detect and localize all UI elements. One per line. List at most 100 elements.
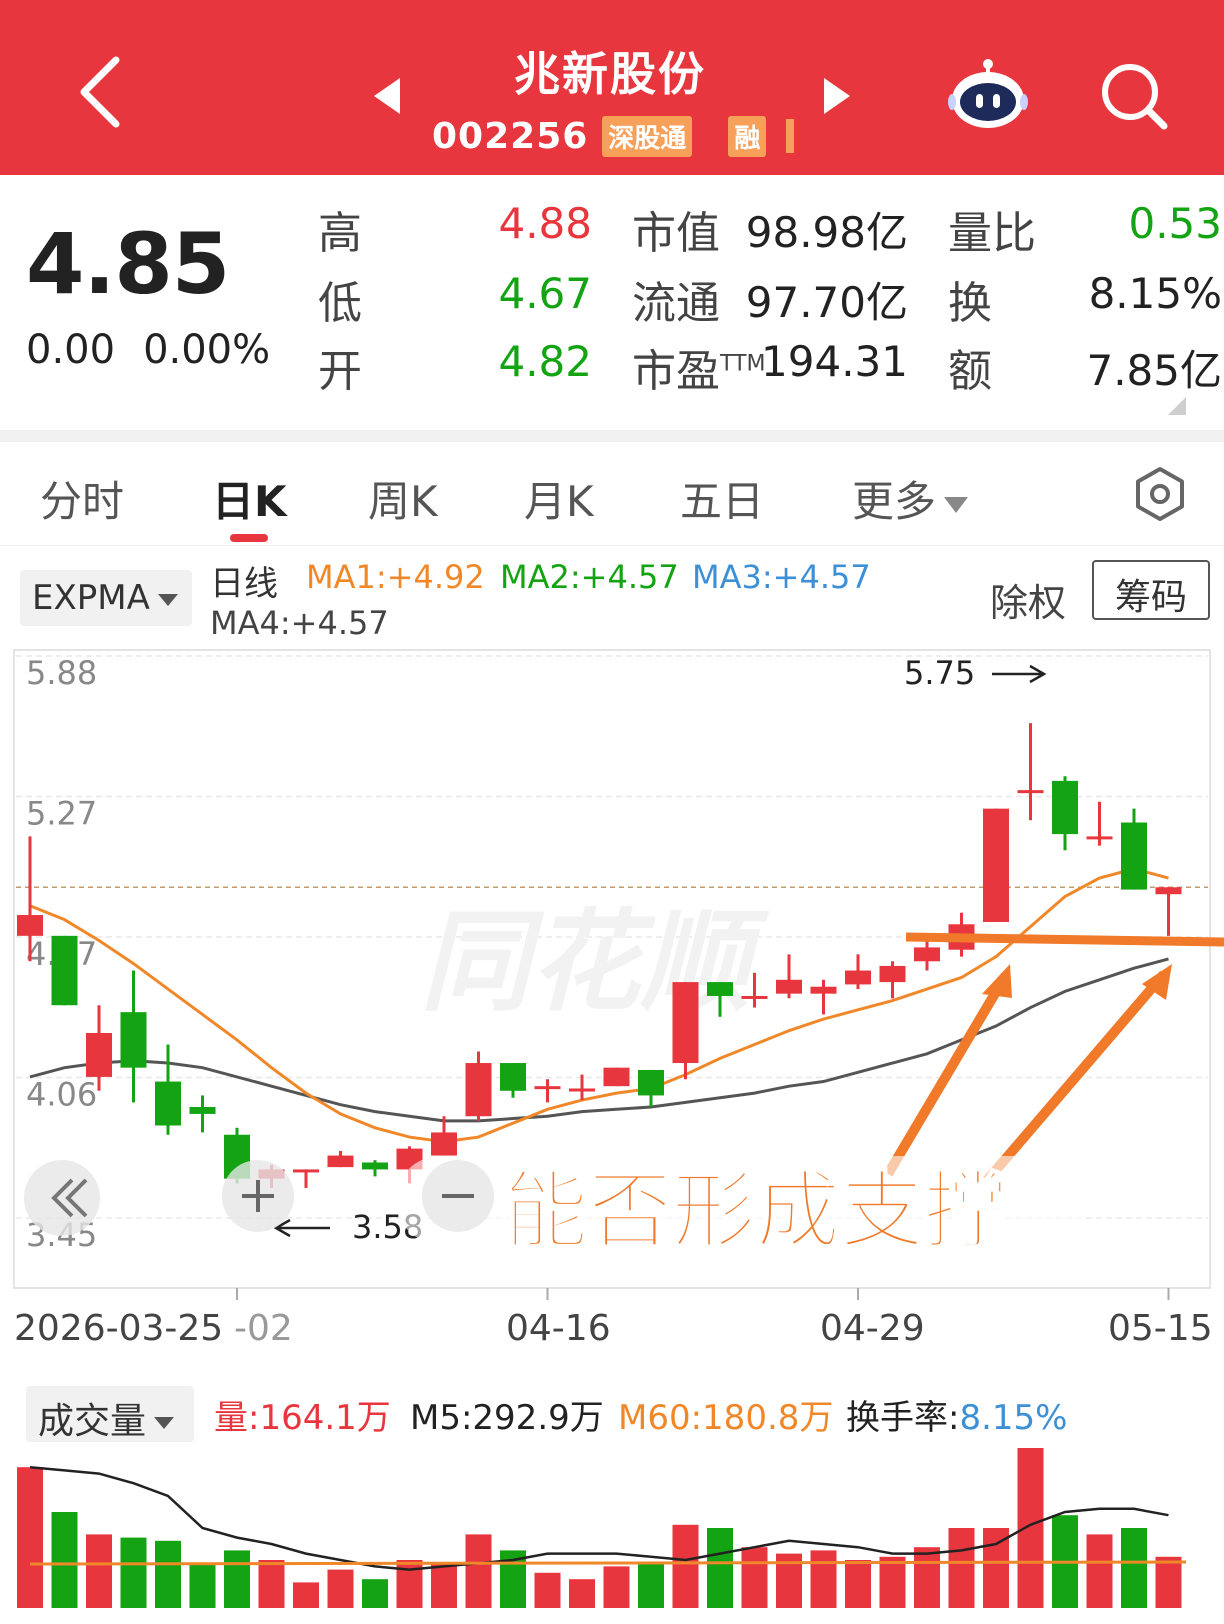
candle-body (914, 947, 940, 962)
period-tabs: 分时 日K 周K 月K 五日 更多 (0, 442, 1224, 546)
volume-chart[interactable] (0, 1440, 1224, 1624)
volratio-value: 0.53 (1128, 199, 1222, 248)
volume-bar (707, 1528, 733, 1608)
candle-body (431, 1132, 457, 1156)
high-label: 高 (318, 208, 362, 259)
tag-shenguotong: 深股通 (602, 115, 693, 157)
candlestick-chart[interactable]: 同花顺 5.885.274.674.063.45 5.75 3.58 能否形成支… (0, 640, 1224, 1300)
indicator-selected: EXPMA (32, 578, 150, 618)
candle-body (534, 1086, 561, 1090)
candle-body (1017, 790, 1044, 794)
section-divider (0, 430, 1224, 442)
y-tick-label: 5.27 (26, 795, 97, 833)
candle-body (741, 995, 768, 999)
prev-stock-icon[interactable] (372, 78, 402, 114)
tab-intraday[interactable]: 分时 (40, 468, 124, 529)
candle-body (707, 982, 733, 996)
line-type-label: 日线 (210, 564, 278, 604)
candle-body (17, 915, 43, 936)
candle-body (879, 965, 906, 983)
ma4-value: MA4:+4.57 (210, 604, 389, 642)
volume-value: 量:164.1万 (214, 1398, 391, 1438)
volume-m60-line (29, 1560, 1187, 1566)
candle-body (1052, 780, 1078, 835)
float-value: 97.70亿 (745, 278, 908, 327)
back-icon[interactable] (70, 52, 130, 132)
volume-bar (1155, 1556, 1182, 1608)
date-label-4: 04-29 (820, 1308, 925, 1349)
turnover-label: 换 (948, 278, 992, 329)
tab-more[interactable]: 更多 (852, 468, 969, 529)
tab-weekly-k[interactable]: 周K (368, 468, 438, 529)
candle-body (327, 1155, 354, 1168)
amount-label: 额 (948, 346, 992, 397)
search-icon[interactable] (1098, 60, 1170, 132)
volume-bar (1017, 1448, 1044, 1608)
volume-bar (638, 1563, 664, 1608)
candle-body (776, 979, 802, 994)
candle-body (293, 1169, 319, 1173)
turnover-rate: 换手率:8.15% (846, 1390, 1067, 1439)
high-price-annotation: 5.75 (904, 654, 975, 692)
settings-icon[interactable] (1132, 466, 1188, 522)
volume-indicator-select[interactable]: 成交量 (26, 1386, 194, 1442)
volume-bar (86, 1534, 112, 1608)
tab-monthly-k[interactable]: 月K (524, 468, 594, 529)
scroll-left-button[interactable] (24, 1160, 100, 1236)
candle-body (500, 1063, 526, 1091)
tab-daily-k[interactable]: 日K (212, 468, 287, 529)
volume-bar (120, 1537, 147, 1608)
ma2-value: MA2:+4.57 (500, 558, 679, 596)
tag-rong: 融 (728, 115, 767, 157)
pe-value: 194.31 (761, 337, 908, 386)
open-value: 4.82 (498, 337, 592, 386)
volume-bar (810, 1550, 837, 1608)
volume-bar (258, 1560, 285, 1608)
open-label: 开 (318, 346, 362, 397)
pe-label-text: 市盈 (632, 346, 720, 397)
candle-body (638, 1069, 664, 1096)
date-label-start: 2026-03-25 (14, 1308, 224, 1349)
robot-assistant-icon[interactable] (948, 58, 1028, 130)
annotation-arrow-2 (980, 970, 1168, 1188)
turnover-rate-value: 8.15% (959, 1398, 1068, 1438)
volume-bar (569, 1579, 595, 1608)
date-label-2: -02 (234, 1308, 293, 1349)
annotation-arrowhead-1 (982, 964, 1012, 998)
candle-body (189, 1106, 216, 1114)
mktcap-label: 市值 (632, 208, 720, 259)
next-stock-icon[interactable] (822, 78, 852, 114)
chevron-down-icon (944, 496, 969, 513)
candle-body (603, 1067, 630, 1087)
stock-code-row: 002256 深股通 融 (432, 113, 795, 159)
header-bar: 兆新股份 002256 深股通 融 (0, 0, 1224, 175)
price-change: 0.00 0.00% (26, 327, 298, 373)
ma1-value: MA1:+4.92 (306, 558, 485, 596)
turnover-value: 8.15% (1088, 269, 1222, 318)
y-tick-label: 5.88 (26, 654, 97, 692)
tag-overflow-marker (786, 119, 795, 153)
volume-bar (741, 1547, 768, 1608)
volume-bar (293, 1582, 319, 1608)
indicator-select[interactable]: EXPMA (20, 570, 192, 626)
tab-five-day[interactable]: 五日 (680, 468, 764, 529)
ex-rights-toggle[interactable]: 除权 (990, 572, 1066, 627)
high-value: 4.88 (498, 199, 592, 248)
volume-bar (327, 1569, 354, 1608)
candle-body (86, 1032, 112, 1077)
volratio-label: 量比 (948, 208, 1036, 259)
float-label: 流通 (632, 278, 720, 329)
volume-selected: 成交量 (38, 1401, 147, 1442)
chip-distribution-button[interactable]: 筹码 (1092, 560, 1210, 620)
turnover-rate-label: 换手率: (846, 1398, 960, 1438)
volume-bar (1086, 1534, 1113, 1608)
volume-bar (17, 1467, 43, 1608)
expand-corner-icon[interactable] (1168, 397, 1186, 415)
candle-body (672, 982, 699, 1064)
quote-panel: 4.85 0.00 0.00% 高 低 开 4.88 4.67 4.82 市值 流… (0, 175, 1224, 430)
volume-bar (1121, 1528, 1147, 1608)
date-label-end: 05-15 (1108, 1308, 1213, 1349)
date-label-3: 04-16 (506, 1308, 611, 1349)
volume-bar (914, 1547, 940, 1608)
volume-bar (672, 1524, 699, 1608)
